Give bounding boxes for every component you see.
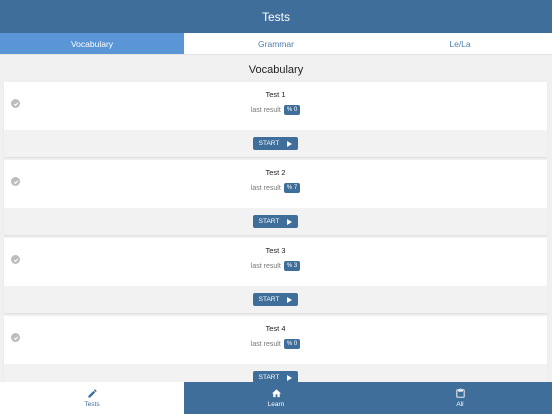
nav-label: Tests: [84, 401, 100, 408]
bottom-navigation: Tests Learn All: [0, 382, 552, 414]
tab-label: Le/La: [449, 38, 471, 49]
app-header: Tests: [0, 0, 552, 33]
tab-vocabulary[interactable]: Vocabulary: [0, 33, 184, 54]
page-title: Tests: [261, 9, 290, 24]
section-title: Vocabulary: [248, 64, 304, 76]
start-button[interactable]: START: [253, 137, 298, 150]
tab-label: Grammar: [258, 38, 294, 49]
test-title: Test 2: [265, 168, 286, 177]
start-button[interactable]: START: [253, 215, 298, 228]
last-result-line: last result % 3: [4, 261, 547, 271]
nav-label: All: [456, 401, 464, 408]
nav-all[interactable]: All: [368, 382, 552, 414]
test-card: Test 1 last result % 0 START: [4, 82, 547, 157]
result-badge: % 0: [283, 339, 301, 349]
test-card: Test 3 last result % 3 START: [4, 238, 547, 313]
nav-tests[interactable]: Tests: [0, 382, 184, 414]
start-label: START: [258, 218, 280, 225]
card-footer: START: [4, 364, 547, 382]
category-tabs: Vocabulary Grammar Le/La: [0, 33, 552, 55]
result-badge: % 7: [283, 183, 301, 193]
last-result-line: last result % 0: [4, 339, 547, 349]
result-badge: % 0: [283, 105, 301, 115]
test-title: Test 3: [265, 246, 286, 255]
last-result-label: last result: [250, 262, 281, 270]
last-result-label: last result: [250, 106, 281, 114]
tab-label: Vocabulary: [70, 38, 114, 49]
result-badge: % 3: [283, 261, 301, 271]
play-icon: [287, 218, 293, 225]
play-icon: [287, 140, 293, 147]
last-result-label: last result: [250, 340, 281, 348]
last-result-label: last result: [250, 184, 281, 192]
last-result-line: last result % 7: [4, 183, 547, 193]
play-icon: [287, 296, 293, 303]
card-footer: START: [4, 130, 547, 157]
start-label: START: [258, 296, 280, 303]
test-card: Test 2 last result % 7 START: [4, 160, 547, 235]
last-result-line: last result % 0: [4, 105, 547, 115]
play-icon: [287, 374, 293, 381]
start-label: START: [258, 140, 280, 147]
start-label: START: [258, 374, 280, 381]
test-list-container[interactable]: Vocabulary Test 1 last result % 0 START …: [0, 55, 552, 382]
test-card: Test 4 last result % 0 START: [4, 316, 547, 382]
tab-le-la[interactable]: Le/La: [368, 33, 552, 54]
card-footer: START: [4, 208, 547, 235]
tab-grammar[interactable]: Grammar: [184, 33, 368, 54]
clipboard-icon: [455, 388, 465, 398]
nav-learn[interactable]: Learn: [184, 382, 368, 414]
start-button[interactable]: START: [253, 293, 298, 306]
start-button[interactable]: START: [253, 371, 298, 382]
nav-label: Learn: [267, 401, 285, 408]
pencil-icon: [87, 389, 97, 398]
test-title: Test 4: [265, 324, 286, 333]
test-title: Test 1: [265, 90, 286, 99]
card-footer: START: [4, 286, 547, 313]
home-icon: [271, 389, 281, 398]
